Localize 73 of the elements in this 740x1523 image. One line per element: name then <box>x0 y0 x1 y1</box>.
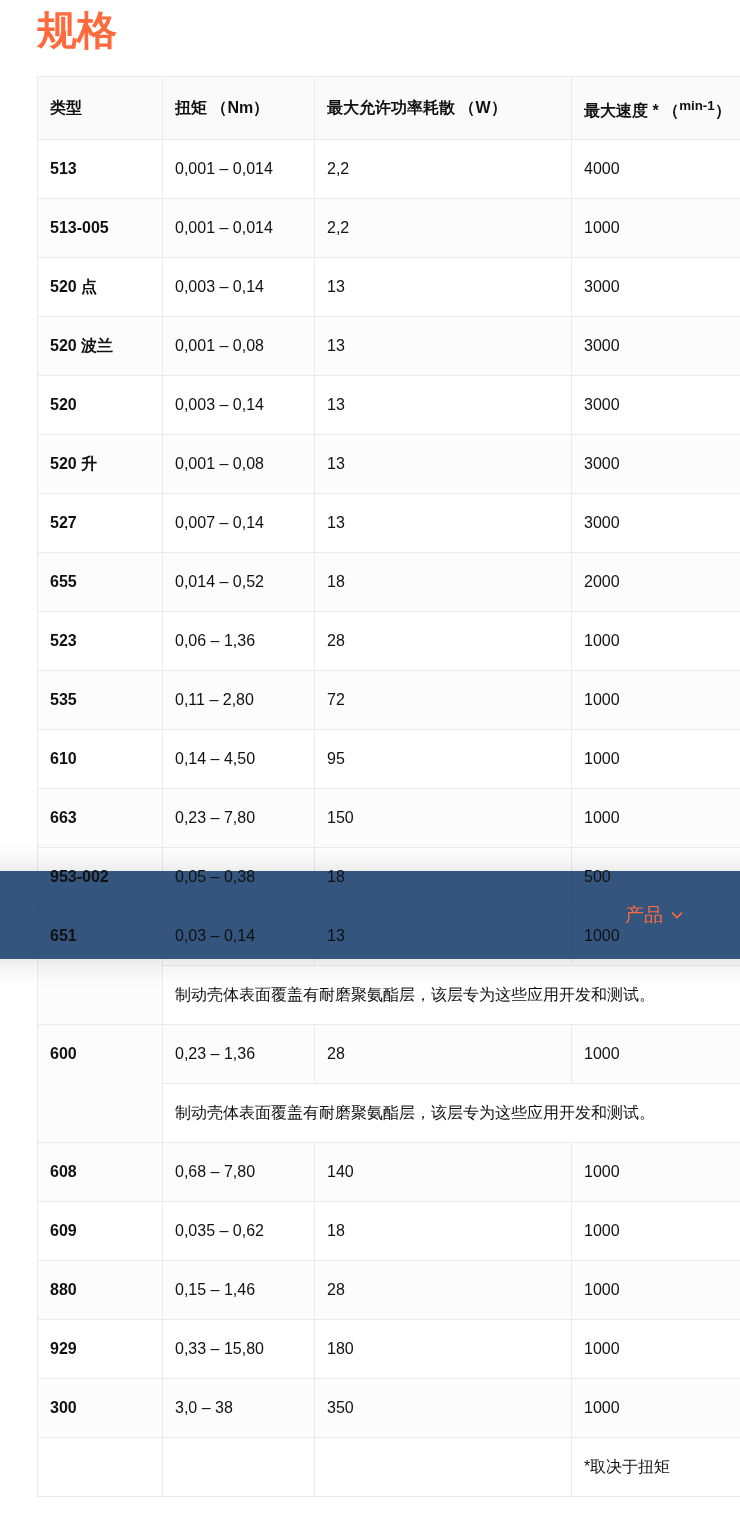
table-cell: 3,0 – 38 <box>162 1378 315 1438</box>
table-cell: 600 <box>37 1024 163 1143</box>
table-cell: 0,33 – 15,80 <box>162 1319 315 1379</box>
table-cell: 520 点 <box>37 257 163 317</box>
table-cell: 0,11 – 2,80 <box>162 670 315 730</box>
table-cell: 150 <box>314 788 572 848</box>
table-cell: 13 <box>314 316 572 376</box>
table-cell: 0,14 – 4,50 <box>162 729 315 789</box>
table-cell: 520 升 <box>37 434 163 494</box>
table-cell: 13 <box>314 257 572 317</box>
table-cell: 929 <box>37 1319 163 1379</box>
table-cell: 0,001 – 0,014 <box>162 139 315 199</box>
table-cell: 180 <box>314 1319 572 1379</box>
table-cell: 1000 <box>571 1024 740 1084</box>
chevron-icon <box>671 911 683 919</box>
table-cell: 13 <box>314 375 572 435</box>
table-cell: 72 <box>314 670 572 730</box>
table-cell: 609 <box>37 1201 163 1261</box>
note-cell: 制动壳体表面覆盖有耐磨聚氨酯层，该层专为这些应用开发和测试。 <box>162 965 740 1025</box>
column-header: 扭矩 （Nm） <box>162 76 315 140</box>
column-header: 最大允许功率耗散 （W） <box>314 76 572 140</box>
page-title: 规格 <box>35 7 118 54</box>
table-cell: 3000 <box>571 316 740 376</box>
table-cell: 1000 <box>571 198 740 258</box>
table-cell: 520 <box>37 375 163 435</box>
table-cell: 513-005 <box>37 198 163 258</box>
column-header: 类型 <box>37 76 163 140</box>
table-cell: 18 <box>314 552 572 612</box>
table-cell: 28 <box>314 1260 572 1320</box>
table-cell: 2,2 <box>314 139 572 199</box>
table-cell: 0,23 – 1,36 <box>162 1024 315 1084</box>
table-cell: 0,001 – 0,08 <box>162 434 315 494</box>
table-cell: 0,007 – 0,14 <box>162 493 315 553</box>
table-cell: 13 <box>314 493 572 553</box>
table-cell: 140 <box>314 1142 572 1202</box>
table-cell: 0,014 – 0,52 <box>162 552 315 612</box>
table-cell: 1000 <box>571 1142 740 1202</box>
table-cell: 1000 <box>571 1378 740 1438</box>
table-cell: 880 <box>37 1260 163 1320</box>
table-cell: 2,2 <box>314 198 572 258</box>
table-cell: 655 <box>37 552 163 612</box>
table-cell: 663 <box>37 788 163 848</box>
table-cell: 18 <box>314 1201 572 1261</box>
table-cell: 1000 <box>571 670 740 730</box>
table-cell: 0,003 – 0,14 <box>162 375 315 435</box>
table-cell: 300 <box>37 1378 163 1438</box>
table-cell: 608 <box>37 1142 163 1202</box>
nav-item[interactable]: 产品 <box>625 902 683 928</box>
table-cell: 0,001 – 0,014 <box>162 198 315 258</box>
table-cell: 0,035 – 0,62 <box>162 1201 315 1261</box>
table-cell: 523 <box>37 611 163 671</box>
table-cell: 2000 <box>571 552 740 612</box>
table-cell: 28 <box>314 1024 572 1084</box>
table-cell: 3000 <box>571 434 740 494</box>
table-cell: 0,06 – 1,36 <box>162 611 315 671</box>
table-cell: 13 <box>314 434 572 494</box>
table-cell: 28 <box>314 611 572 671</box>
table-cell: 0,15 – 1,46 <box>162 1260 315 1320</box>
table-cell: 0,68 – 7,80 <box>162 1142 315 1202</box>
table-cell: 0,001 – 0,08 <box>162 316 315 376</box>
note-cell: 制动壳体表面覆盖有耐磨聚氨酯层，该层专为这些应用开发和测试。 <box>162 1083 740 1143</box>
table-cell: 350 <box>314 1378 572 1438</box>
table-cell: 95 <box>314 729 572 789</box>
table-cell: 1000 <box>571 788 740 848</box>
table-cell: 520 波兰 <box>37 316 163 376</box>
table-cell: 513 <box>37 139 163 199</box>
table-cell: 535 <box>37 670 163 730</box>
table-cell: 0,23 – 7,80 <box>162 788 315 848</box>
table-cell: 0,003 – 0,14 <box>162 257 315 317</box>
table-cell: 527 <box>37 493 163 553</box>
column-header: 最大速度 * （$^{min-1}$） <box>571 76 740 140</box>
table-cell: 1000 <box>571 1260 740 1320</box>
table-cell: 610 <box>37 729 163 789</box>
